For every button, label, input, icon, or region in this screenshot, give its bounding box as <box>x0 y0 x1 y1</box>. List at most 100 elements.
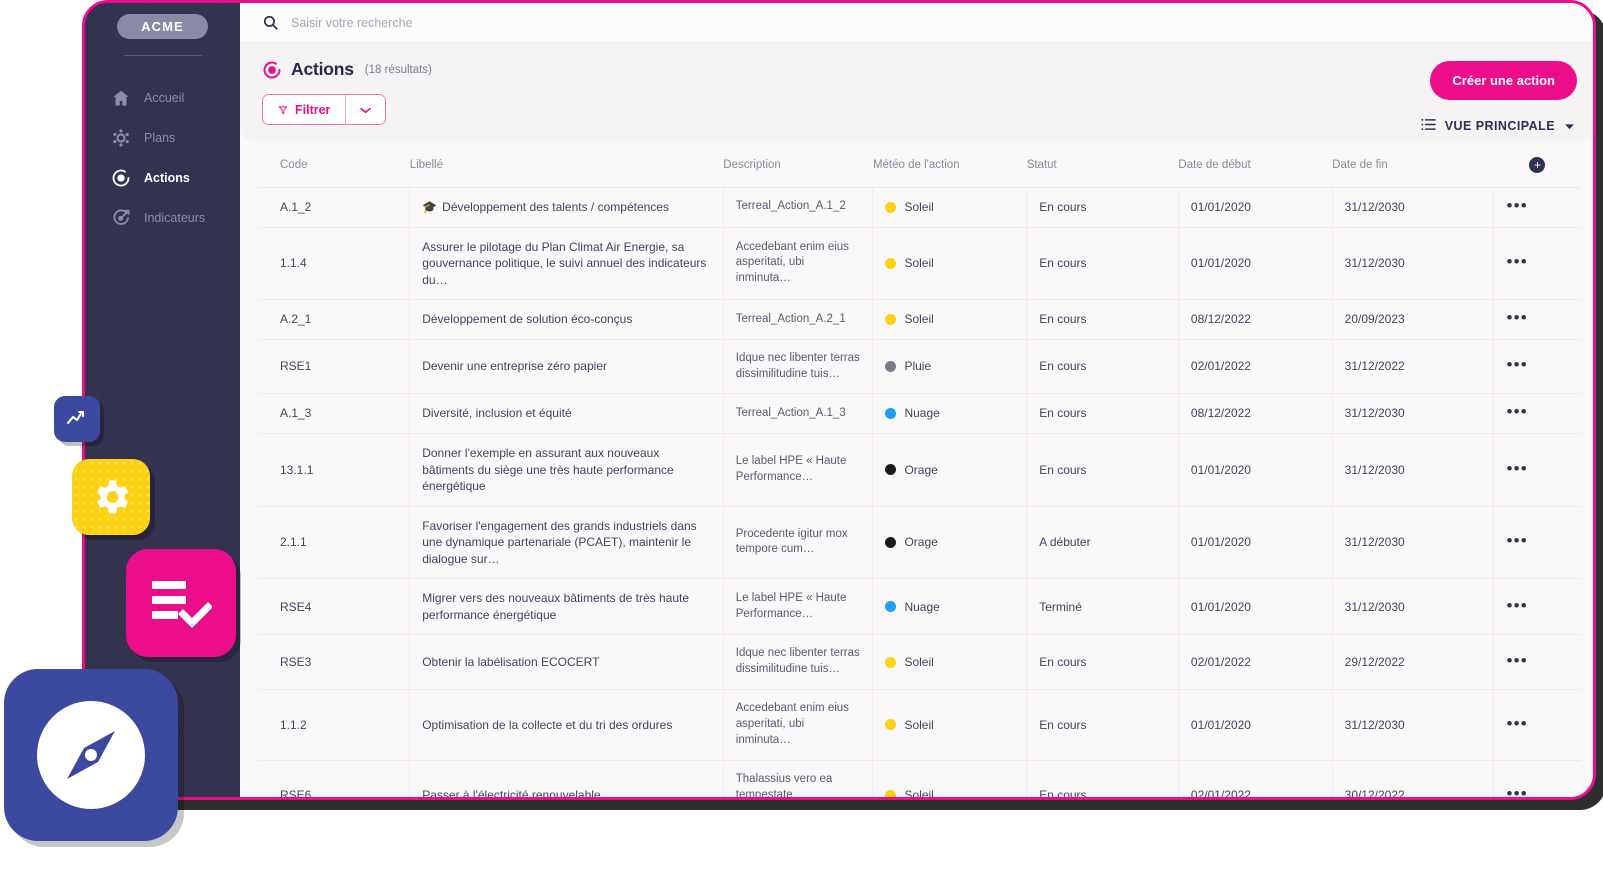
table-row[interactable]: A.2_1 Développement de solution éco-conçu… <box>258 299 1581 340</box>
sidebar-item-accueil[interactable]: Accueil <box>85 78 240 118</box>
cell-meteo: Soleil <box>872 299 1027 340</box>
page-title-row: Actions (18 résultats) <box>262 59 1577 80</box>
column-header-meteo[interactable]: Météo de l'action <box>872 141 1027 188</box>
row-menu-button[interactable]: ••• <box>1506 531 1527 550</box>
row-menu-button[interactable]: ••• <box>1506 355 1527 374</box>
table-row[interactable]: 2.1.1 Favoriser l'engagement des grands i… <box>258 506 1581 580</box>
create-action-button[interactable]: Créer une action <box>1430 61 1577 100</box>
gear-app-icon[interactable] <box>72 459 150 535</box>
table-header-row: Code Libellé Description Météo de l'acti… <box>258 141 1581 188</box>
filter-button[interactable]: Filtrer <box>263 95 346 124</box>
sidebar-item-plans[interactable]: Plans <box>85 118 240 158</box>
cell-row-menu: ••• <box>1493 227 1581 301</box>
row-menu-button[interactable]: ••• <box>1506 651 1527 670</box>
cell-description: Terreal_Action_A.1_2 <box>722 187 873 228</box>
trend-chart-app-icon[interactable] <box>54 396 100 442</box>
cell-date-debut: 08/12/2022 <box>1177 299 1333 340</box>
column-header-date-fin[interactable]: Date de fin <box>1332 141 1494 188</box>
filter-dropdown-button[interactable] <box>345 95 386 124</box>
brand-logo[interactable]: ACME <box>117 14 208 39</box>
meteo-bullet-icon <box>885 789 897 797</box>
view-selector-label: VUE PRINCIPALE <box>1444 119 1555 133</box>
compass-app-icon[interactable] <box>4 669 178 841</box>
cell-libelle: Développement de solution éco-conçus <box>409 299 724 340</box>
cell-code: A.1_2 <box>258 187 410 228</box>
sidebar-item-indicateurs[interactable]: Indicateurs <box>85 198 240 238</box>
cell-date-fin: 31/12/2030 <box>1331 689 1494 761</box>
row-menu-button[interactable]: ••• <box>1506 402 1527 421</box>
column-header-statut[interactable]: Statut <box>1026 141 1179 188</box>
table-row[interactable]: RSE6 Passer à l'électricité renouvelable T… <box>258 760 1581 797</box>
filter-button-label: Filtrer <box>295 102 331 117</box>
cell-date-fin: 29/12/2022 <box>1331 634 1494 691</box>
screenshot-root: ACME Accueil Plans Actions Indicateurs S… <box>0 0 1603 874</box>
column-header-libelle[interactable]: Libellé <box>409 141 724 188</box>
cell-date-debut: 02/01/2022 <box>1177 760 1333 797</box>
cell-row-menu: ••• <box>1493 760 1581 797</box>
cell-date-debut: 02/01/2022 <box>1177 634 1333 691</box>
cell-libelle: Favoriser l'engagement des grands indust… <box>409 506 724 580</box>
row-menu-button[interactable]: ••• <box>1506 252 1527 271</box>
search-bar <box>240 3 1593 43</box>
sidebar-item-actions[interactable]: Actions <box>85 158 240 198</box>
cell-meteo: Soleil <box>872 689 1027 761</box>
cell-statut: En cours <box>1026 299 1179 340</box>
row-menu-button[interactable]: ••• <box>1506 459 1527 478</box>
row-menu-button[interactable]: ••• <box>1506 308 1527 327</box>
cell-libelle: Migrer vers des nouveaux bâtiments de tr… <box>409 578 724 636</box>
main-panel: Actions (18 résultats) Filtrer <box>240 3 1593 797</box>
meteo-bullet-icon <box>885 313 897 325</box>
cell-meteo-label: Soleil <box>904 788 934 797</box>
meteo-bullet-icon <box>885 536 897 548</box>
row-menu-button[interactable]: ••• <box>1506 596 1527 615</box>
row-menu-button[interactable]: ••• <box>1506 784 1527 797</box>
indicators-dart-icon <box>111 208 131 228</box>
table-row[interactable]: 13.1.1 Donner l'exemple en assurant aux n… <box>258 433 1581 507</box>
cell-date-fin: 31/12/2030 <box>1331 187 1494 228</box>
table-row[interactable]: A.1_3 Diversité, inclusion et équité Terre… <box>258 393 1581 434</box>
table-row[interactable]: 1.1.2 Optimisation de la collecte et du t… <box>258 689 1581 761</box>
meteo-bullet-icon <box>885 201 897 213</box>
page-title: Actions <box>291 59 354 79</box>
cell-meteo-label: Soleil <box>904 654 934 669</box>
cell-date-debut: 01/01/2020 <box>1177 689 1333 761</box>
cell-code: RSE4 <box>258 578 410 636</box>
cell-code: RSE3 <box>258 634 410 691</box>
cell-libelle-text: Développement des talents / compétences <box>442 200 669 214</box>
cell-code: 13.1.1 <box>258 433 410 507</box>
cell-date-fin: 31/12/2030 <box>1331 433 1494 507</box>
list-view-icon <box>1421 118 1436 134</box>
table-row[interactable]: 1.1.4 Assurer le pilotage du Plan Climat … <box>258 227 1581 301</box>
actions-target-icon <box>111 168 131 188</box>
column-header-date-debut[interactable]: Date de début <box>1178 141 1333 188</box>
column-header-code[interactable]: Code <box>258 141 410 188</box>
cell-libelle-text: Passer à l'électricité renouvelable <box>422 788 601 797</box>
meteo-bullet-icon <box>885 601 897 613</box>
row-menu-button[interactable]: ••• <box>1506 714 1527 733</box>
cell-row-menu: ••• <box>1493 634 1581 691</box>
table-row[interactable]: RSE4 Migrer vers des nouveaux bâtiments d… <box>258 578 1581 636</box>
cell-meteo: Soleil <box>872 760 1027 797</box>
cell-code: RSE1 <box>258 339 410 395</box>
search-input[interactable] <box>291 15 711 30</box>
cell-libelle: Optimisation de la collecte et du tri de… <box>409 689 724 761</box>
meteo-bullet-icon <box>885 719 897 731</box>
view-selector[interactable]: VUE PRINCIPALE <box>1421 118 1575 134</box>
plans-icon <box>111 128 131 148</box>
cell-statut: Terminé <box>1026 578 1179 636</box>
checklist-app-icon[interactable] <box>126 549 236 657</box>
column-header-description[interactable]: Description <box>723 141 873 188</box>
cell-libelle: Passer à l'électricité renouvelable <box>409 760 724 797</box>
row-menu-button[interactable]: ••• <box>1506 196 1527 215</box>
cell-libelle: Obtenir la labélisation ECOCERT <box>409 634 724 691</box>
add-column-icon[interactable]: + <box>1529 157 1546 173</box>
table-row[interactable]: RSE1 Devenir une entreprise zéro papier Id… <box>258 339 1581 395</box>
cell-description: Terreal_Action_A.2_1 <box>722 299 873 340</box>
cell-libelle-text: Devenir une entreprise zéro papier <box>422 359 607 374</box>
cell-libelle: Assurer le pilotage du Plan Climat Air E… <box>409 227 724 301</box>
cell-libelle: Donner l'exemple en assurant aux nouveau… <box>409 433 724 507</box>
table-row[interactable]: RSE3 Obtenir la labélisation ECOCERT Idque… <box>258 634 1581 691</box>
table-row[interactable]: A.1_2 🎓 Développement des talents / compét… <box>258 187 1581 228</box>
cell-meteo-label: Nuage <box>904 406 940 421</box>
cell-row-menu: ••• <box>1493 299 1581 340</box>
